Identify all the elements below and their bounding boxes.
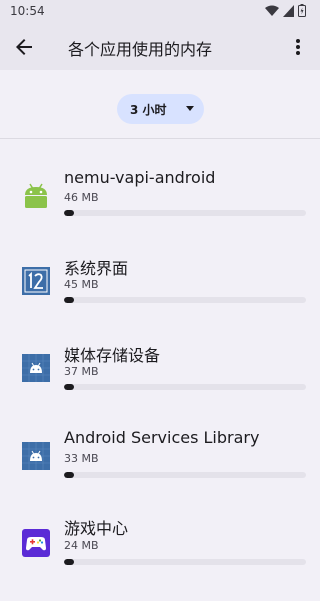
battery-icon <box>298 4 306 17</box>
usage-bar <box>64 210 306 216</box>
page-title: 各个应用使用的内存 <box>68 40 213 59</box>
wifi-icon <box>265 5 279 16</box>
back-button[interactable] <box>12 35 36 59</box>
app-row-system-ui[interactable]: 系统界面 45 MB <box>0 253 320 339</box>
usage-bar-fill <box>64 297 74 303</box>
app-name: 游戏中心 <box>64 519 129 538</box>
app-size: 45 MB <box>64 278 99 291</box>
status-time: 10:54 <box>10 4 45 18</box>
usage-bar <box>64 297 306 303</box>
app-size: 46 MB <box>64 191 99 204</box>
app-name: Android Services Library <box>64 428 260 447</box>
android-app-icon <box>22 442 50 470</box>
usage-bar-fill <box>64 472 74 478</box>
more-options-button[interactable] <box>286 35 310 59</box>
app-bar: 各个应用使用的内存 <box>0 24 320 70</box>
time-range-dropdown[interactable]: 3 小时 <box>117 94 204 124</box>
dropdown-arrow-icon <box>186 106 194 111</box>
usage-bar <box>64 472 306 478</box>
arrow-back-icon <box>16 39 32 55</box>
app-size: 33 MB <box>64 452 99 465</box>
status-icons <box>265 4 306 17</box>
app-size: 24 MB <box>64 539 99 552</box>
divider <box>0 138 320 139</box>
game-center-icon <box>22 529 50 557</box>
app-name: 媒体存储设备 <box>64 346 161 365</box>
memory-list-content: 3 小时 nemu-vapi-android 46 MB 系统界面 45 MB <box>0 70 320 569</box>
usage-bar-fill <box>64 210 74 216</box>
android-app-icon <box>22 354 50 382</box>
time-range-label: 3 小时 <box>130 103 167 117</box>
app-name: nemu-vapi-android <box>64 168 216 187</box>
usage-bar-fill <box>64 384 74 390</box>
more-vert-icon <box>296 39 300 55</box>
usage-bar-fill <box>64 559 74 565</box>
system-ui-icon <box>22 267 50 295</box>
signal-icon <box>283 4 294 17</box>
app-row-media-storage[interactable]: 媒体存储设备 37 MB <box>0 340 320 426</box>
usage-bar <box>64 559 306 565</box>
usage-bar <box>64 384 306 390</box>
app-size: 37 MB <box>64 365 99 378</box>
app-row-android-services-library[interactable]: Android Services Library 33 MB <box>0 428 320 514</box>
app-row-game-center[interactable]: 游戏中心 24 MB <box>0 515 320 601</box>
app-row-nemu-vapi-android[interactable]: nemu-vapi-android 46 MB <box>0 166 320 252</box>
status-bar: 10:54 <box>0 0 320 24</box>
android-robot-icon <box>25 183 47 208</box>
app-name: 系统界面 <box>64 259 129 278</box>
